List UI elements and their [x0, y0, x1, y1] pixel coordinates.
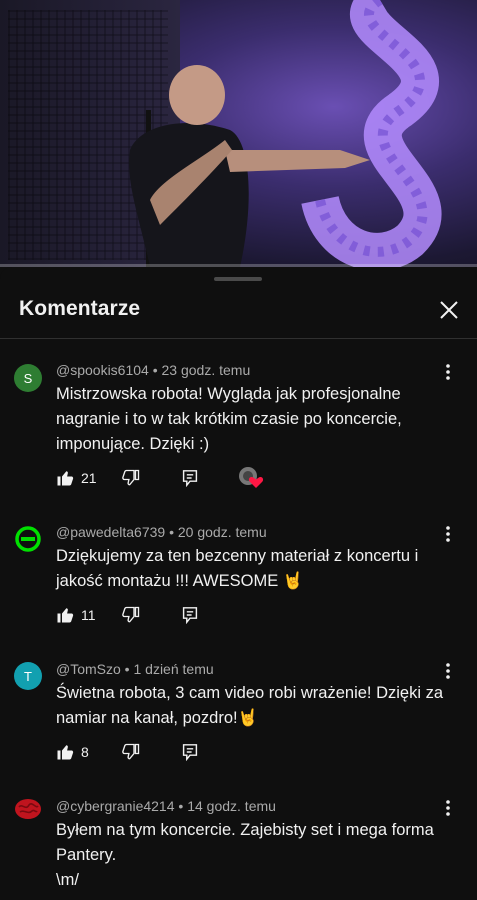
more-vert-icon — [446, 800, 450, 816]
comment-meta: @spookis6104 • 23 godz. temu — [56, 362, 250, 378]
comment-line: imponujące. Dzięki :) — [56, 435, 210, 453]
comment-line: Świetna robota, 3 cam video robi wrażeni… — [56, 684, 444, 702]
comment-text: Świetna robota, 3 cam video robi wrażeni… — [56, 681, 451, 731]
meta-separator: • — [165, 524, 178, 540]
avatar-image-icon — [15, 526, 41, 552]
like-button[interactable]: 8 — [56, 741, 89, 763]
like-count: 8 — [81, 744, 89, 760]
more-vert-icon — [446, 364, 450, 380]
drag-handle[interactable] — [214, 277, 262, 281]
comment-time: 14 godz. temu — [187, 798, 276, 814]
creator-heart — [238, 467, 264, 489]
creator-heart-icon — [239, 467, 264, 488]
reply-comment-icon — [182, 744, 198, 761]
header-divider — [0, 338, 477, 339]
comment-author[interactable]: @TomSzo — [56, 661, 121, 677]
meta-separator: • — [120, 661, 134, 677]
reply-button[interactable] — [182, 604, 198, 626]
meta-separator: • — [174, 798, 188, 814]
thumbs-up-icon — [57, 471, 74, 486]
comment-text: Mistrzowska robota! Wygląda jak profesjo… — [56, 382, 451, 457]
comment-meta: @pawedelta6739 • 20 godz. temu — [56, 524, 267, 540]
dislike-button[interactable] — [122, 741, 140, 763]
avatar-letter: T — [24, 668, 32, 684]
reply-comment-icon — [182, 470, 198, 487]
avatar[interactable] — [14, 525, 42, 553]
thumbs-down-icon — [122, 743, 140, 760]
comment-time: 1 dzień temu — [133, 661, 214, 677]
comment-text: Dziękujemy za ten bezcenny materiał z ko… — [56, 544, 451, 594]
reply-comment-icon — [182, 607, 198, 624]
close-button[interactable] — [436, 297, 462, 323]
video-player[interactable] — [0, 0, 477, 267]
comment-author[interactable]: @pawedelta6739 — [56, 524, 165, 540]
more-vert-icon — [446, 526, 450, 542]
comment-text: Byłem na tym koncercie. Zajebisty set i … — [56, 818, 451, 893]
avatar[interactable]: S — [14, 364, 42, 392]
more-options-button[interactable] — [440, 798, 456, 818]
more-vert-icon — [446, 663, 450, 679]
reply-button[interactable] — [182, 741, 198, 763]
like-count: 21 — [81, 470, 97, 486]
comment-line: nagranie i to w tak krótkim czasie po ko… — [56, 410, 402, 428]
comment-line: \m/ — [56, 871, 79, 889]
comment-meta: @TomSzo • 1 dzień temu — [56, 661, 214, 677]
close-icon — [440, 301, 458, 319]
video-frame — [129, 0, 442, 267]
comment-time: 23 godz. temu — [161, 362, 251, 378]
like-button[interactable]: 11 — [56, 604, 96, 626]
dislike-button[interactable] — [122, 604, 140, 626]
reply-button[interactable] — [182, 467, 198, 489]
more-options-button[interactable] — [440, 661, 456, 681]
thumbs-down-icon — [122, 469, 140, 486]
like-count: 11 — [81, 607, 96, 623]
more-options-button[interactable] — [440, 362, 456, 382]
thumbs-down-icon — [122, 606, 140, 623]
comment-line: jakość montażu !!! AWESOME 🤘 — [56, 572, 304, 590]
avatar-letter: S — [23, 370, 33, 386]
meta-separator: • — [148, 362, 162, 378]
comment-meta: @cybergranie4214 • 14 godz. temu — [56, 798, 276, 814]
comment-line: Byłem na tym koncercie. Zajebisty set i … — [56, 821, 434, 839]
avatar-image-icon — [15, 799, 41, 819]
comment-line: Pantery. — [56, 846, 117, 864]
thumbs-up-icon — [57, 745, 74, 760]
comment-author[interactable]: @cybergranie4214 — [56, 798, 175, 814]
comment-time: 20 godz. temu — [177, 524, 267, 540]
avatar[interactable]: T — [14, 662, 42, 690]
more-options-button[interactable] — [440, 524, 456, 544]
thumbs-up-icon — [57, 608, 74, 623]
like-button[interactable]: 21 — [56, 467, 97, 489]
comments-panel: Komentarze S @spookis6104 • 23 godz. tem… — [0, 267, 477, 900]
comment-line: namiar na kanał, pozdro!🤘 — [56, 709, 259, 727]
panel-title: Komentarze — [19, 297, 141, 320]
dislike-button[interactable] — [122, 467, 140, 489]
comment-line: Mistrzowska robota! Wygląda jak profesjo… — [56, 385, 401, 403]
avatar[interactable] — [14, 795, 42, 823]
comment-author[interactable]: @spookis6104 — [56, 362, 149, 378]
comment-line: Dziękujemy za ten bezcenny materiał z ko… — [56, 547, 419, 565]
